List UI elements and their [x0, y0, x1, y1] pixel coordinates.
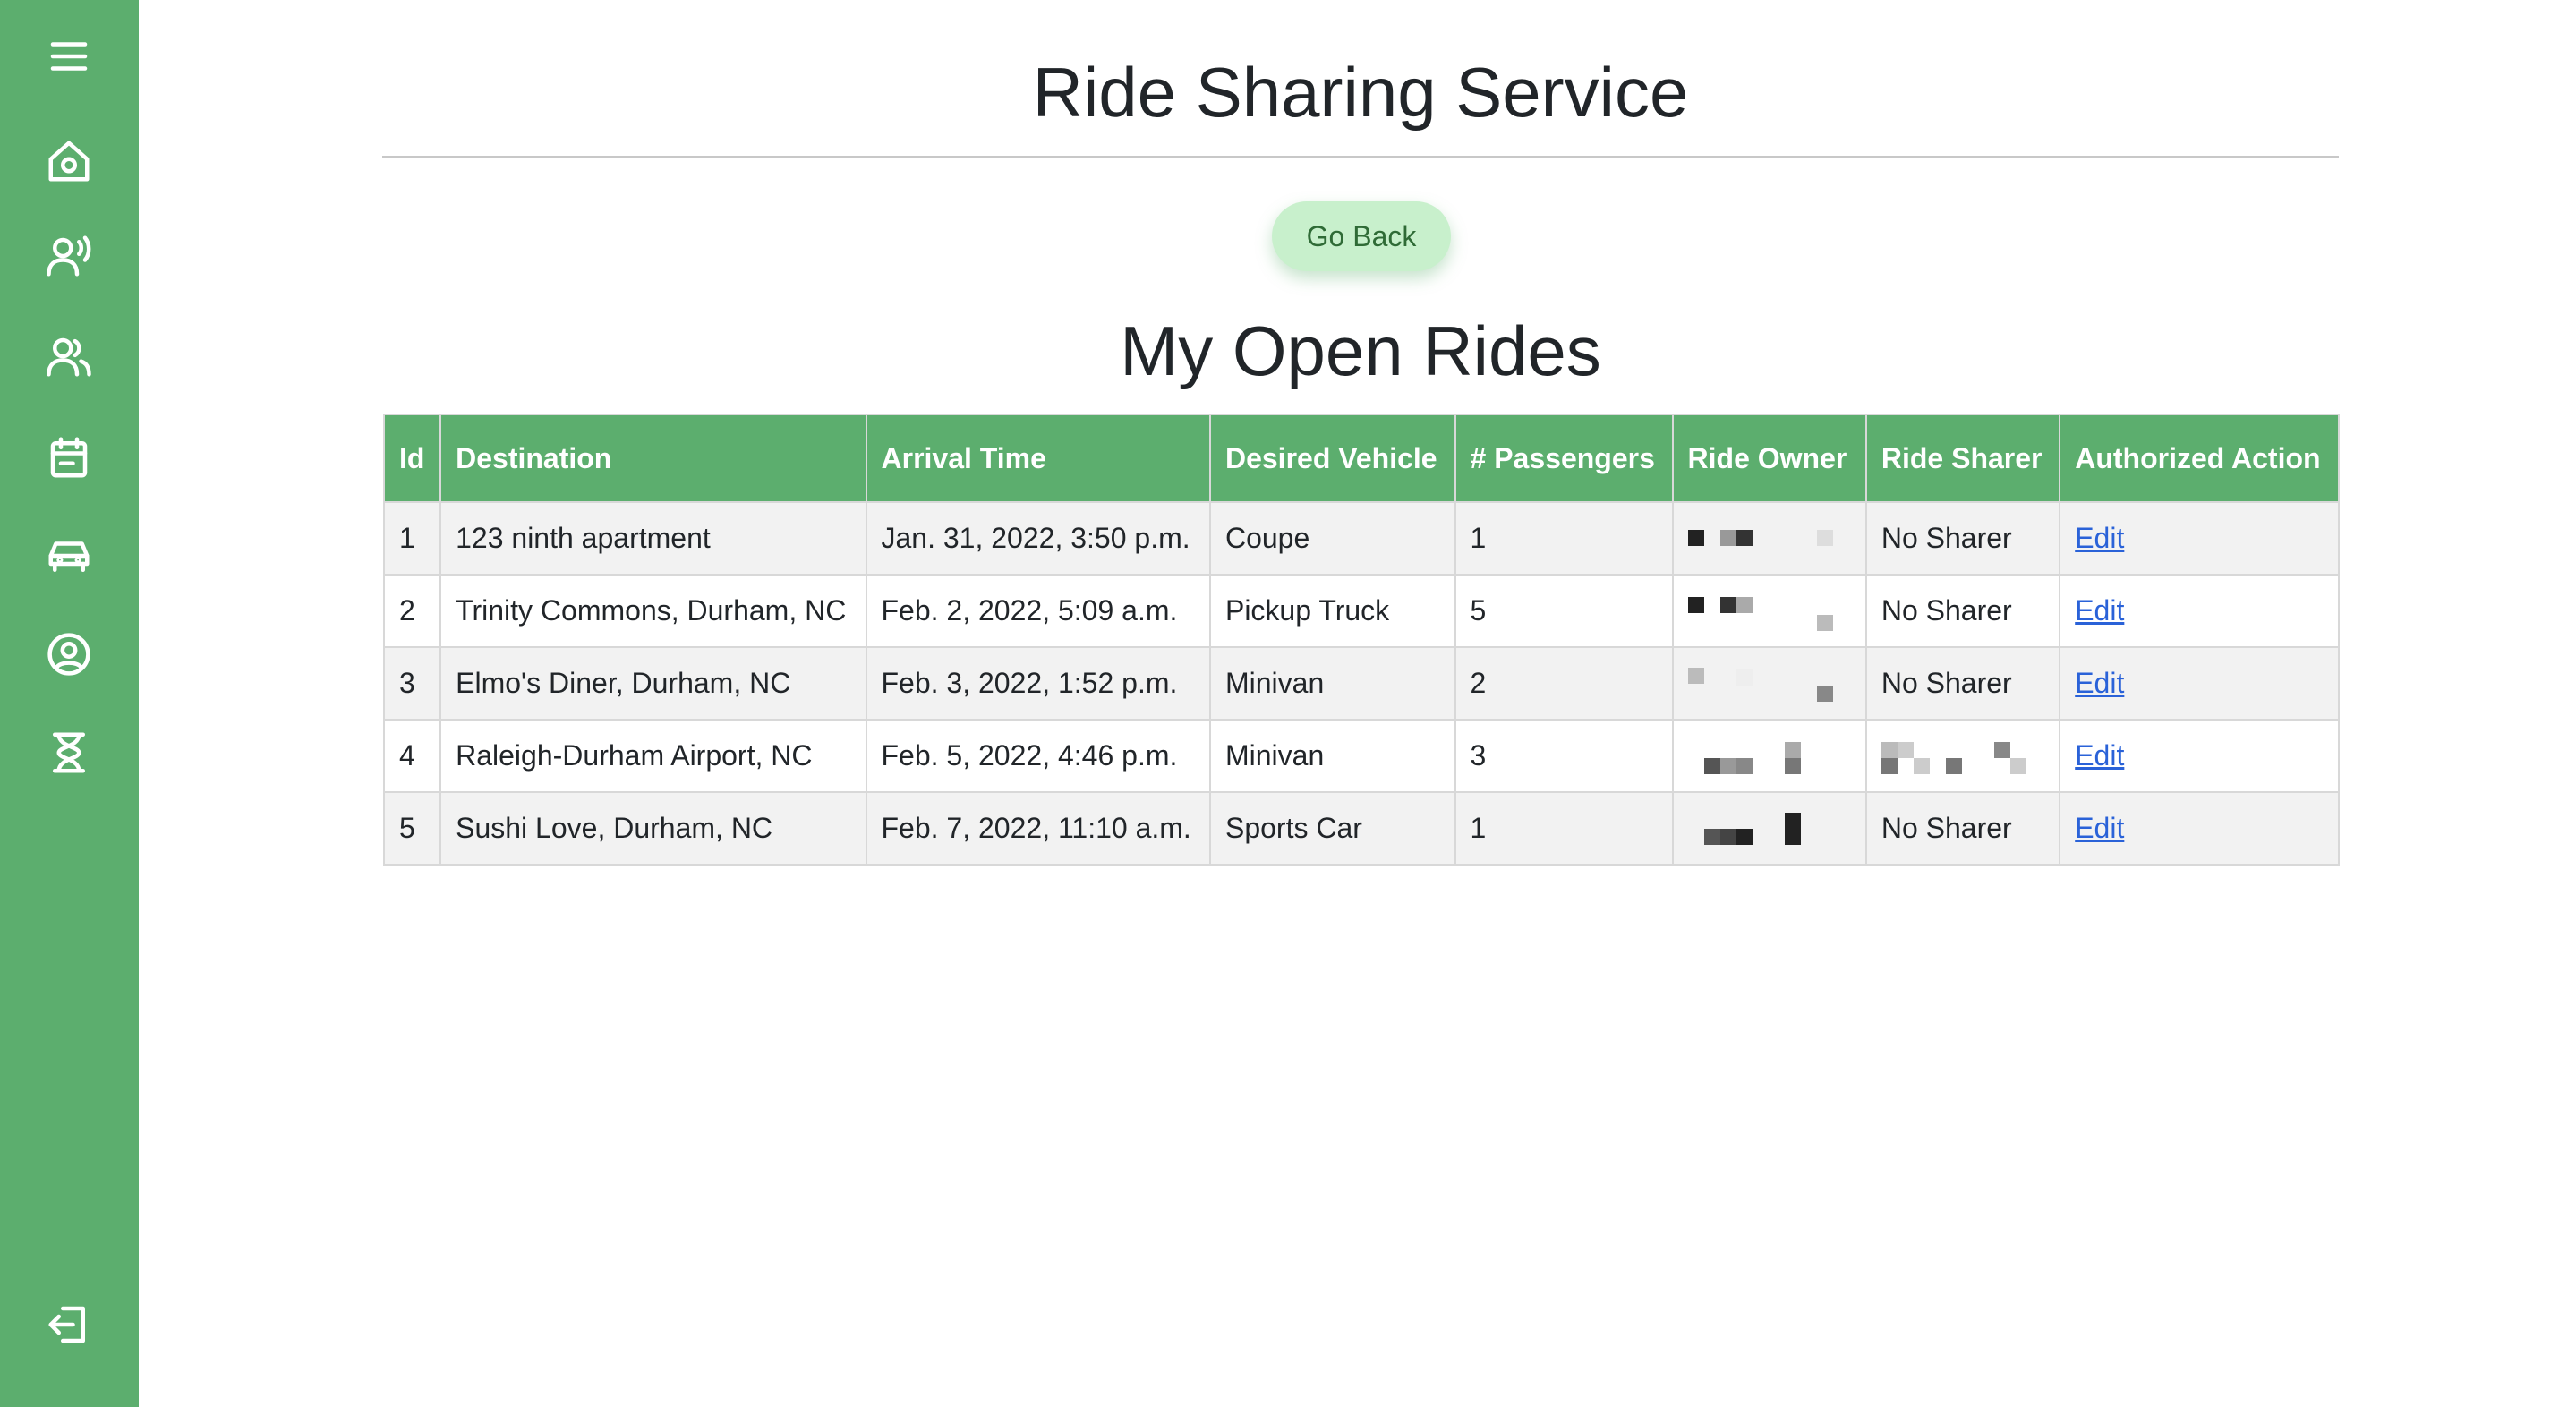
cell-ride-sharer: No Sharer: [1864, 791, 2061, 866]
cell-arrival-time: Feb. 3, 2022, 1:52 p.m.: [865, 646, 1211, 721]
cell-ride-sharer: No Sharer: [1864, 501, 2061, 576]
cell-arrival-time: Jan. 31, 2022, 3:50 p.m.: [865, 501, 1211, 576]
home-icon[interactable]: [39, 132, 98, 191]
section-title: My Open Rides: [1120, 311, 1601, 390]
edit-link[interactable]: Edit: [2075, 522, 2124, 554]
edit-link[interactable]: Edit: [2075, 594, 2124, 627]
redacted-sharer: [1881, 738, 2043, 774]
go-back-button[interactable]: Go Back: [1272, 201, 1451, 271]
cell-ride-sharer: No Sharer: [1864, 646, 2061, 721]
cell-ride-sharer: No Sharer: [1864, 574, 2061, 648]
page-title: Ride Sharing Service: [1032, 53, 1689, 132]
cell-id: 4: [382, 719, 442, 793]
table-row: 4 Raleigh-Durham Airport, NC Feb. 5, 202…: [382, 719, 2340, 793]
cell-vehicle: Sports Car: [1208, 791, 1456, 866]
car-icon[interactable]: [39, 526, 98, 585]
cell-passengers: 3: [1454, 719, 1674, 793]
cell-destination: Elmo's Diner, Durham, NC: [439, 646, 867, 721]
cell-id: 3: [382, 646, 442, 721]
cell-vehicle: Minivan: [1208, 646, 1456, 721]
cell-passengers: 2: [1454, 646, 1674, 721]
edit-link[interactable]: Edit: [2075, 667, 2124, 699]
profile-icon[interactable]: [39, 625, 98, 684]
cell-arrival-time: Feb. 5, 2022, 4:46 p.m.: [865, 719, 1211, 793]
table-row: 1 123 ninth apartment Jan. 31, 2022, 3:5…: [382, 501, 2340, 576]
cell-passengers: 1: [1454, 791, 1674, 866]
table-row: 5 Sushi Love, Durham, NC Feb. 7, 2022, 1…: [382, 791, 2340, 866]
column-header-ride-owner: Ride Owner: [1671, 414, 1867, 503]
cell-id: 2: [382, 574, 442, 648]
cell-action: Edit: [2059, 646, 2340, 721]
cell-action: Edit: [2059, 719, 2340, 793]
column-header-authorized-action: Authorized Action: [2059, 414, 2340, 503]
cell-passengers: 1: [1454, 501, 1674, 576]
table-row: 3 Elmo's Diner, Durham, NC Feb. 3, 2022,…: [382, 646, 2340, 721]
edit-link[interactable]: Edit: [2075, 739, 2124, 772]
cell-arrival-time: Feb. 2, 2022, 5:09 a.m.: [865, 574, 1211, 648]
cell-vehicle: Minivan: [1208, 719, 1456, 793]
calendar-icon[interactable]: [39, 428, 98, 487]
rides-table: Id Destination Arrival Time Desired Vehi…: [382, 414, 2340, 866]
redacted-owner: [1688, 738, 1849, 774]
cell-action: Edit: [2059, 791, 2340, 866]
column-header-passengers: # Passengers: [1454, 414, 1674, 503]
redacted-owner: [1687, 521, 1849, 557]
cell-ride-sharer: [1864, 719, 2061, 793]
column-header-arrival-time: Arrival Time: [865, 414, 1211, 503]
sidebar: [0, 0, 139, 1407]
cell-destination: Raleigh-Durham Airport, NC: [439, 719, 867, 793]
column-header-desired-vehicle: Desired Vehicle: [1208, 414, 1456, 503]
cell-action: Edit: [2059, 574, 2340, 648]
column-header-destination: Destination: [439, 414, 867, 503]
redacted-owner: [1688, 811, 1849, 847]
cell-destination: Trinity Commons, Durham, NC: [439, 574, 867, 648]
cell-id: 1: [382, 501, 442, 576]
column-header-id: Id: [382, 414, 442, 503]
cell-ride-owner: [1671, 501, 1867, 576]
cell-ride-owner: [1671, 719, 1867, 793]
ride-requests-icon[interactable]: [39, 226, 98, 286]
table-header-row: Id Destination Arrival Time Desired Vehi…: [382, 414, 2340, 503]
cell-ride-owner: [1671, 646, 1867, 721]
cell-vehicle: Pickup Truck: [1208, 574, 1456, 648]
cell-ride-owner: [1671, 574, 1867, 648]
column-header-ride-sharer: Ride Sharer: [1864, 414, 2061, 503]
redacted-owner: [1687, 593, 1849, 631]
cell-action: Edit: [2059, 501, 2340, 576]
cell-ride-owner: [1671, 791, 1867, 866]
cell-destination: Sushi Love, Durham, NC: [439, 791, 867, 866]
menu-icon[interactable]: [39, 27, 98, 86]
table-row: 2 Trinity Commons, Durham, NC Feb. 2, 20…: [382, 574, 2340, 648]
cell-vehicle: Coupe: [1208, 501, 1456, 576]
logout-icon[interactable]: [39, 1295, 98, 1354]
cell-passengers: 5: [1454, 574, 1674, 648]
users-icon[interactable]: [39, 327, 98, 386]
redacted-owner: [1687, 666, 1849, 702]
title-divider: [382, 156, 2339, 158]
hourglass-icon[interactable]: [39, 723, 98, 782]
cell-arrival-time: Feb. 7, 2022, 11:10 a.m.: [865, 791, 1211, 866]
cell-id: 5: [382, 791, 442, 866]
edit-link[interactable]: Edit: [2075, 812, 2124, 844]
cell-destination: 123 ninth apartment: [439, 501, 867, 576]
